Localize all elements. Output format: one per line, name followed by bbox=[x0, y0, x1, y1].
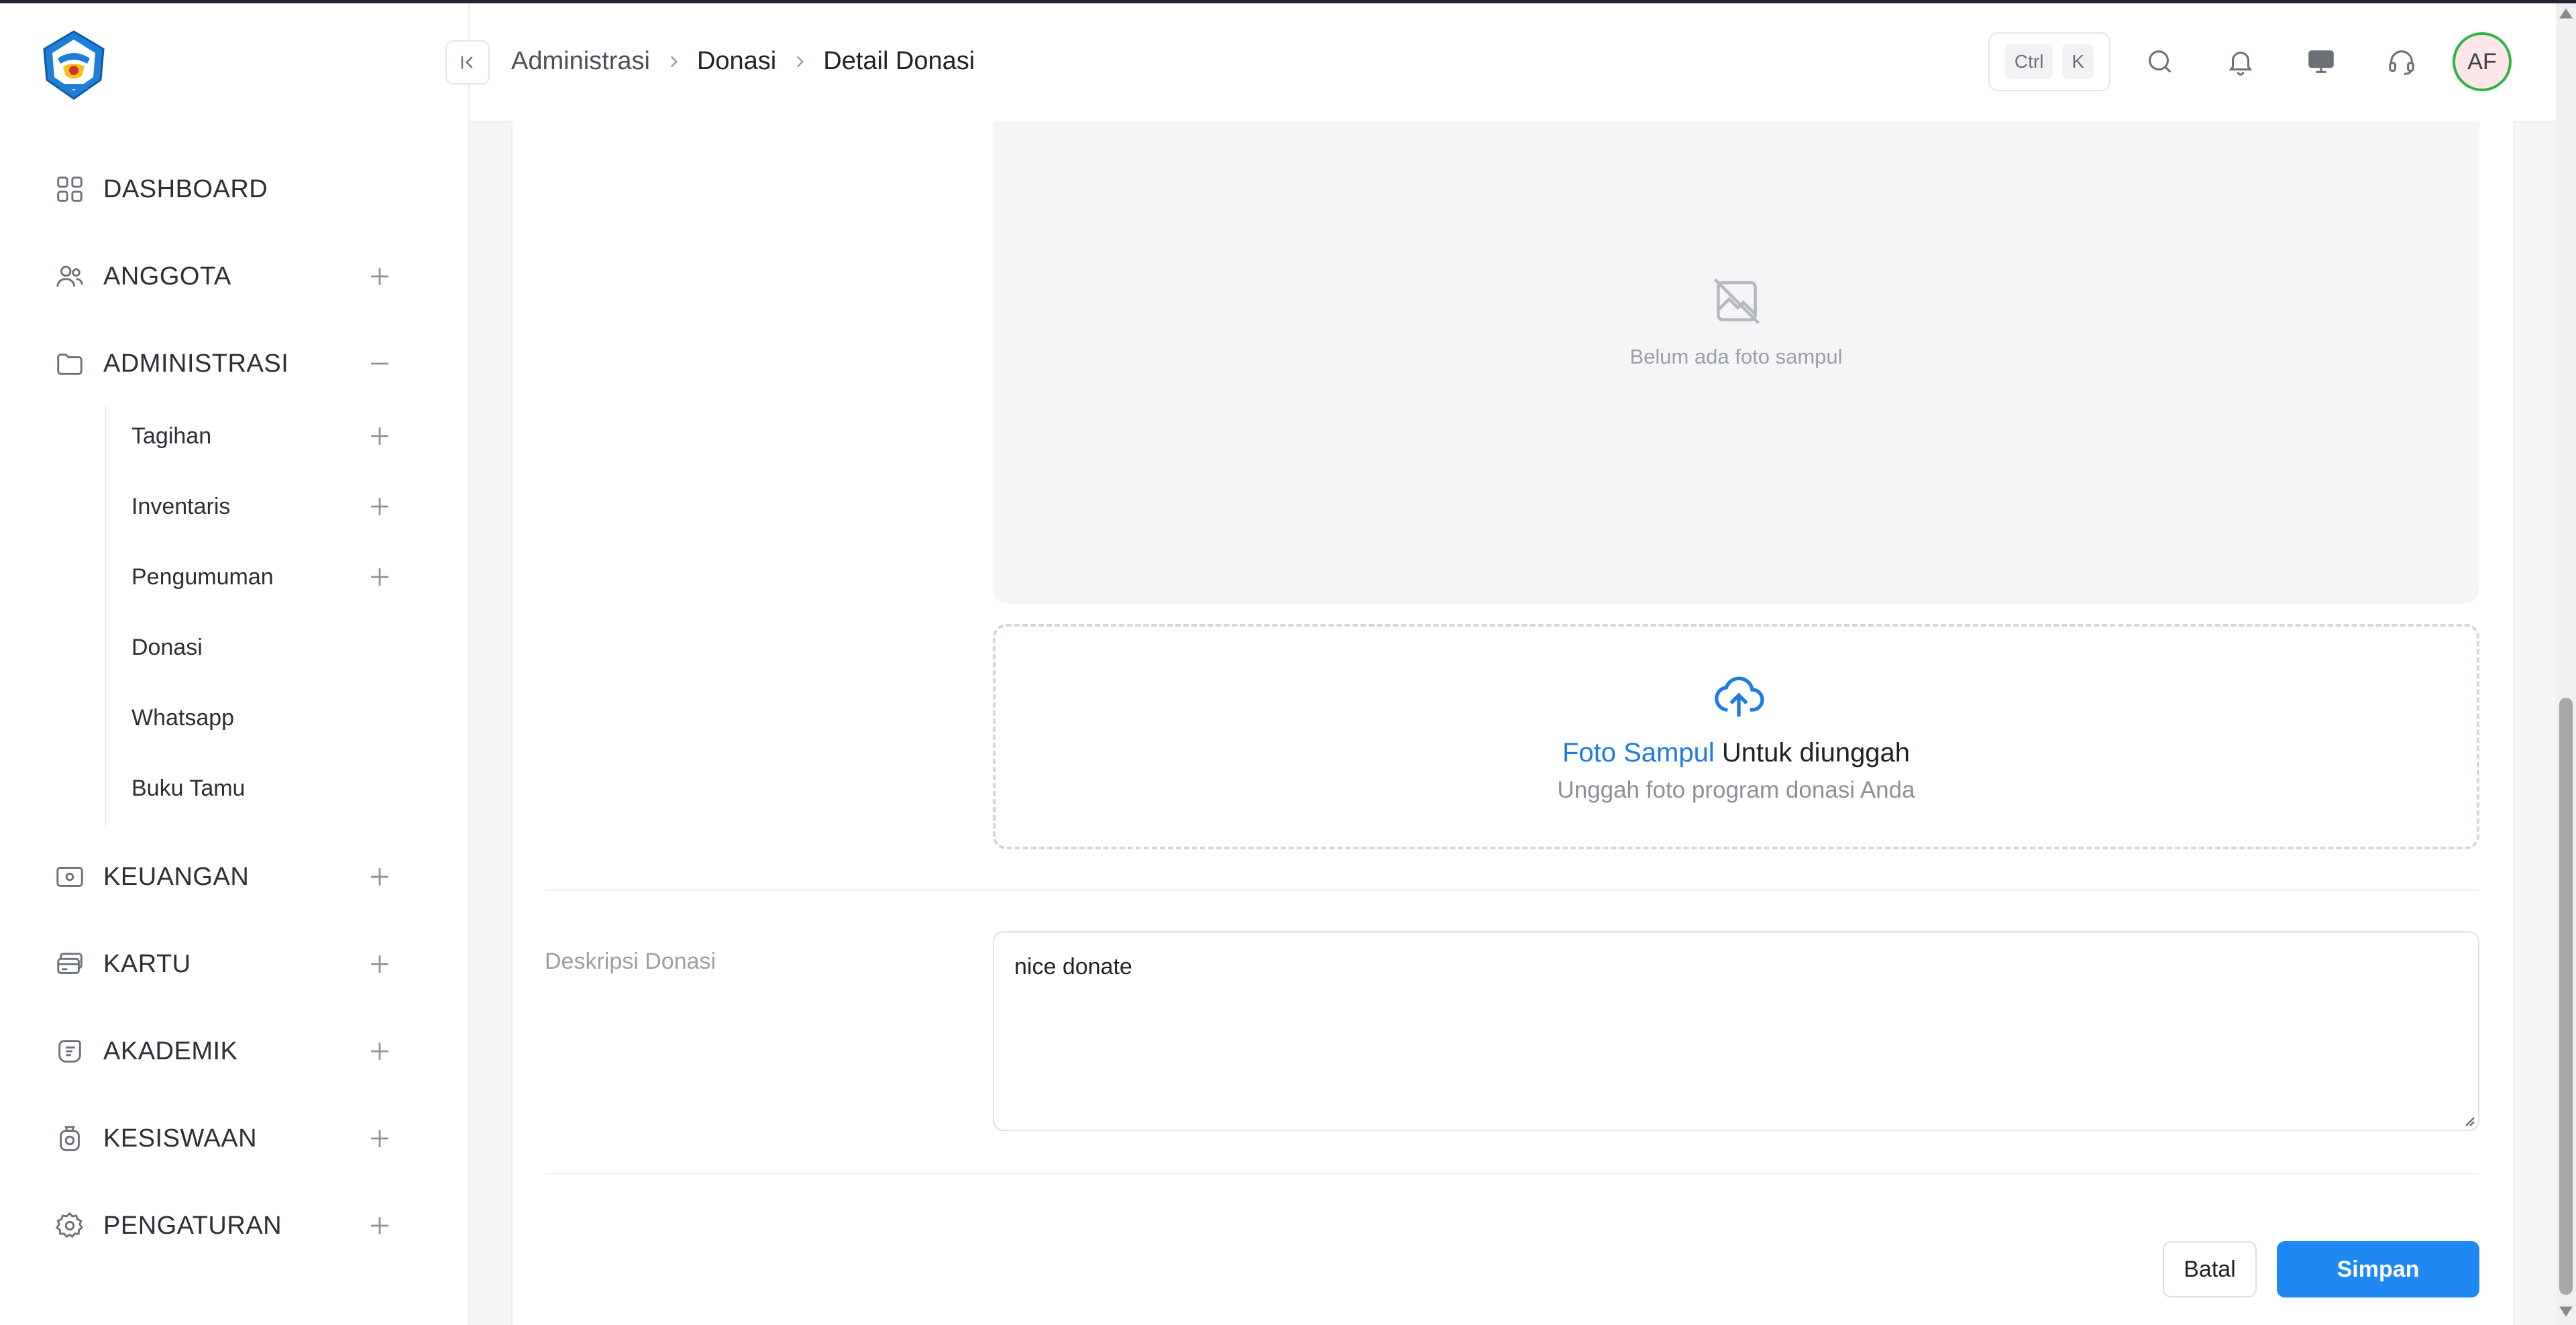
section-divider bbox=[545, 1173, 2479, 1174]
dropzone-title: Foto Sampul Untuk diunggah bbox=[996, 738, 2477, 768]
breadcrumb-item-detail-donasi: Detail Donasi bbox=[823, 47, 975, 75]
search-icon bbox=[2149, 50, 2171, 73]
dropzone-subtitle: Unggah foto program donasi Anda bbox=[1557, 777, 1915, 803]
scrollbar-thumb[interactable] bbox=[2559, 698, 2573, 1295]
scroll-down-arrow-icon[interactable] bbox=[2557, 1305, 2575, 1318]
sidebar-item-label: DASHBOARD bbox=[103, 174, 268, 203]
command-palette-shortcut[interactable]: Ctrl K bbox=[1988, 32, 2110, 91]
sidebar-subitem-label: Buku Tamu bbox=[131, 775, 246, 801]
minus-icon[interactable] bbox=[365, 349, 394, 378]
plus-icon[interactable] bbox=[365, 949, 394, 979]
breadcrumb: Administrasi Donasi Detail Donasi bbox=[511, 47, 975, 76]
sidebar-item-keuangan[interactable]: KEUANGAN bbox=[52, 850, 415, 904]
no-image-icon bbox=[1713, 278, 1760, 325]
bell-icon bbox=[2229, 52, 2253, 76]
sidebar-item-label: KEUANGAN bbox=[103, 862, 250, 891]
academic-icon bbox=[52, 1034, 87, 1069]
kbd-k: K bbox=[2062, 44, 2094, 79]
cover-photo-preview: Belum ada foto sampul bbox=[993, 121, 2479, 604]
collapse-left-icon bbox=[461, 56, 473, 69]
grid-icon bbox=[52, 172, 87, 207]
plus-icon[interactable] bbox=[365, 1037, 394, 1066]
sidebar-subitem-tagihan[interactable]: Tagihan bbox=[131, 409, 415, 463]
sidebar-item-dashboard[interactable]: DASHBOARD bbox=[52, 162, 415, 216]
money-icon bbox=[52, 859, 87, 894]
users-icon bbox=[52, 259, 87, 294]
sidebar-subitem-label: Donasi bbox=[131, 634, 203, 660]
sidebar-item-administrasi[interactable]: ADMINISTRASI bbox=[52, 337, 415, 390]
search-button[interactable] bbox=[2141, 43, 2179, 81]
headset-icon bbox=[2389, 50, 2414, 75]
sidebar-item-label: KARTU bbox=[103, 949, 191, 978]
submenu-rail bbox=[105, 406, 106, 827]
sidebar-subitem-label: Inventaris bbox=[131, 493, 231, 519]
sidebar-item-anggota[interactable]: ANGGOTA bbox=[52, 250, 415, 303]
resize-handle-icon[interactable] bbox=[2462, 1114, 2475, 1127]
display-button[interactable] bbox=[2302, 43, 2340, 81]
description-value: nice donate bbox=[1014, 954, 1132, 979]
sidebar-item-label: KESISWAAN bbox=[103, 1124, 258, 1153]
sidebar: DASHBOARD ANGGOTA ADMINISTRASI Tagihan I… bbox=[0, 3, 470, 1325]
sidebar-item-label: PENGATURAN bbox=[103, 1211, 282, 1240]
section-divider bbox=[545, 890, 2479, 891]
save-button[interactable]: Simpan bbox=[2277, 1241, 2479, 1297]
folder-icon bbox=[52, 346, 87, 381]
gear-icon bbox=[52, 1208, 87, 1243]
kbd-ctrl: Ctrl bbox=[2004, 44, 2053, 79]
monitor-icon bbox=[2308, 50, 2334, 73]
description-label: Deskripsi Donasi bbox=[545, 949, 716, 974]
sidebar-item-kartu[interactable]: KARTU bbox=[52, 937, 415, 991]
sidebar-subitem-label: Whatsapp bbox=[131, 704, 235, 731]
cancel-button[interactable]: Batal bbox=[2163, 1241, 2257, 1297]
sidebar-subitem-donasi[interactable]: Donasi bbox=[131, 621, 415, 674]
preview-empty-text: Belum ada foto sampul bbox=[1629, 345, 1843, 368]
notifications-button[interactable] bbox=[2222, 43, 2259, 81]
sidebar-subitem-whatsapp[interactable]: Whatsapp bbox=[131, 691, 415, 745]
plus-icon[interactable] bbox=[365, 492, 394, 521]
sidebar-item-pengaturan[interactable]: PENGATURAN bbox=[52, 1199, 415, 1253]
dropzone-title-rest: Untuk diunggah bbox=[1714, 738, 1911, 767]
sidebar-subitem-pengumuman[interactable]: Pengumuman bbox=[131, 550, 415, 604]
plus-icon[interactable] bbox=[365, 862, 394, 892]
cloud-upload-icon bbox=[1715, 676, 1764, 717]
tut-wuri-handayani-logo[interactable] bbox=[38, 29, 110, 101]
user-avatar[interactable]: AF bbox=[2453, 32, 2512, 91]
plus-icon[interactable] bbox=[365, 262, 394, 291]
breadcrumb-item-administrasi[interactable]: Administrasi bbox=[511, 47, 650, 76]
collapse-sidebar-button[interactable] bbox=[445, 40, 490, 85]
scroll-up-arrow-icon[interactable] bbox=[2557, 7, 2575, 20]
cover-photo-dropzone[interactable]: Foto Sampul Untuk diunggah Unggah foto p… bbox=[993, 624, 2479, 849]
sidebar-item-akademik[interactable]: AKADEMIK bbox=[52, 1024, 415, 1078]
student-icon bbox=[52, 1121, 87, 1156]
chevron-right-icon bbox=[670, 56, 678, 67]
sidebar-item-label: ADMINISTRASI bbox=[103, 349, 289, 378]
support-button[interactable] bbox=[2383, 43, 2420, 81]
plus-icon[interactable] bbox=[365, 562, 394, 592]
plus-icon[interactable] bbox=[365, 421, 394, 451]
description-textarea[interactable]: nice donate bbox=[993, 931, 2479, 1131]
sidebar-item-label: AKADEMIK bbox=[103, 1037, 238, 1065]
plus-icon[interactable] bbox=[365, 1211, 394, 1240]
sidebar-item-kesiswaan[interactable]: KESISWAAN bbox=[52, 1112, 415, 1165]
card-icon bbox=[52, 947, 87, 982]
breadcrumb-item-donasi[interactable]: Donasi bbox=[697, 47, 776, 76]
sidebar-subitem-label: Tagihan bbox=[131, 423, 212, 449]
sidebar-item-label: ANGGOTA bbox=[103, 262, 231, 290]
sidebar-subitem-inventaris[interactable]: Inventaris bbox=[131, 480, 415, 533]
plus-icon[interactable] bbox=[365, 1124, 394, 1153]
upload-link[interactable]: Foto Sampul bbox=[1562, 738, 1715, 767]
sidebar-subitem-buku-tamu[interactable]: Buku Tamu bbox=[131, 761, 415, 815]
chevron-right-icon bbox=[797, 56, 804, 67]
sidebar-subitem-label: Pengumuman bbox=[131, 564, 274, 590]
